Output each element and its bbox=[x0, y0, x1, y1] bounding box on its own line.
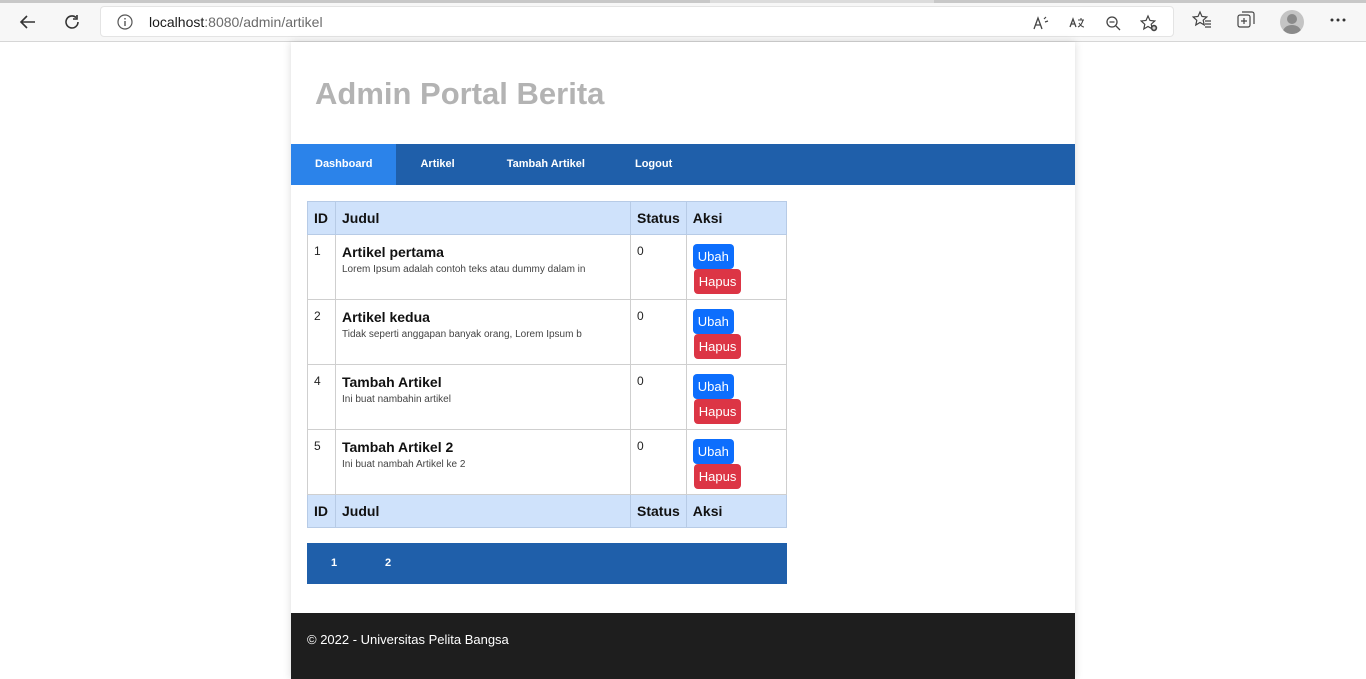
article-excerpt: Tidak seperti anggapan banyak orang, Lor… bbox=[342, 329, 582, 340]
edit-button[interactable]: Ubah bbox=[692, 309, 734, 334]
address-bar[interactable]: localhost:8080/admin/artikel bbox=[100, 6, 1174, 37]
delete-button[interactable]: Hapus bbox=[693, 399, 742, 424]
main-navbar: Dashboard Artikel Tambah Artikel Logout bbox=[291, 144, 1075, 185]
nav-item-tambah-artikel[interactable]: Tambah Artikel bbox=[479, 144, 611, 185]
delete-button[interactable]: Hapus bbox=[693, 464, 742, 489]
col-header-id: ID bbox=[307, 201, 336, 235]
row-status: 0 bbox=[630, 429, 687, 495]
article-title: Artikel pertama bbox=[342, 244, 444, 260]
read-aloud-icon[interactable] bbox=[1031, 13, 1051, 33]
page-link-1[interactable]: 1 bbox=[323, 543, 377, 584]
refresh-icon[interactable] bbox=[58, 8, 86, 36]
row-actions: UbahHapus bbox=[685, 364, 788, 430]
more-options-icon[interactable] bbox=[1328, 12, 1348, 28]
edit-button[interactable]: Ubah bbox=[692, 244, 734, 269]
browser-toolbar: localhost:8080/admin/artikel bbox=[0, 0, 1366, 42]
table-footer-row: ID Judul Status Aksi bbox=[307, 494, 788, 528]
add-favorite-icon[interactable] bbox=[1139, 13, 1159, 33]
url-path: :8080/admin/artikel bbox=[204, 14, 323, 30]
table-row: 5 Tambah Artikel 2 Ini buat nambah Artik… bbox=[307, 429, 788, 495]
table-row: 2 Artikel kedua Tidak seperti anggapan b… bbox=[307, 299, 788, 365]
row-judul: Artikel kedua Tidak seperti anggapan ban… bbox=[335, 299, 631, 365]
page-container: Admin Portal Berita Dashboard Artikel Ta… bbox=[291, 42, 1075, 679]
site-title: Admin Portal Berita bbox=[315, 76, 605, 111]
col-header-status: Status bbox=[630, 201, 687, 235]
row-id: 4 bbox=[307, 364, 336, 430]
row-id: 2 bbox=[307, 299, 336, 365]
col-footer-id: ID bbox=[307, 494, 336, 528]
table-row: 4 Tambah Artikel Ini buat nambahin artik… bbox=[307, 364, 788, 430]
col-footer-status: Status bbox=[630, 494, 687, 528]
articles-table: ID Judul Status Aksi 1 Artikel pertama L… bbox=[307, 201, 788, 528]
nav-item-logout[interactable]: Logout bbox=[611, 144, 696, 185]
row-status: 0 bbox=[630, 299, 687, 365]
row-actions: UbahHapus bbox=[685, 429, 788, 495]
row-actions: UbahHapus bbox=[685, 299, 788, 365]
col-footer-judul: Judul bbox=[335, 494, 631, 528]
row-status: 0 bbox=[630, 364, 687, 430]
col-header-judul: Judul bbox=[335, 201, 631, 235]
article-excerpt: Ini buat nambahin artikel bbox=[342, 394, 451, 405]
row-judul: Tambah Artikel Ini buat nambahin artikel bbox=[335, 364, 631, 430]
url-text: localhost:8080/admin/artikel bbox=[149, 14, 323, 30]
article-excerpt: Ini buat nambah Artikel ke 2 bbox=[342, 459, 466, 470]
info-icon[interactable] bbox=[117, 14, 133, 34]
nav-item-artikel[interactable]: Artikel bbox=[396, 144, 478, 185]
article-title: Artikel kedua bbox=[342, 309, 430, 325]
table-row: 1 Artikel pertama Lorem Ipsum adalah con… bbox=[307, 234, 788, 300]
tab-strip bbox=[0, 0, 1366, 3]
col-footer-aksi: Aksi bbox=[685, 494, 788, 528]
page-link-2[interactable]: 2 bbox=[377, 543, 431, 584]
delete-button[interactable]: Hapus bbox=[693, 334, 742, 359]
page-footer: © 2022 - Universitas Pelita Bangsa bbox=[291, 613, 1075, 679]
table-header-row: ID Judul Status Aksi bbox=[307, 201, 788, 235]
collections-icon[interactable] bbox=[1236, 10, 1256, 30]
favorites-icon[interactable] bbox=[1192, 10, 1212, 30]
row-id: 5 bbox=[307, 429, 336, 495]
edit-button[interactable]: Ubah bbox=[692, 374, 734, 399]
col-header-aksi: Aksi bbox=[685, 201, 788, 235]
row-judul: Artikel pertama Lorem Ipsum adalah conto… bbox=[335, 234, 631, 300]
edit-button[interactable]: Ubah bbox=[692, 439, 734, 464]
back-icon[interactable] bbox=[14, 8, 42, 36]
zoom-out-icon[interactable] bbox=[1103, 13, 1123, 33]
row-id: 1 bbox=[307, 234, 336, 300]
delete-button[interactable]: Hapus bbox=[693, 269, 742, 294]
row-actions: UbahHapus bbox=[685, 234, 788, 300]
row-status: 0 bbox=[630, 234, 687, 300]
nav-item-dashboard[interactable]: Dashboard bbox=[291, 144, 397, 185]
article-title: Tambah Artikel 2 bbox=[342, 439, 454, 455]
footer-copyright: © 2022 - Universitas Pelita Bangsa bbox=[307, 632, 509, 647]
pagination: 1 2 bbox=[307, 543, 787, 584]
row-judul: Tambah Artikel 2 Ini buat nambah Artikel… bbox=[335, 429, 631, 495]
article-excerpt: Lorem Ipsum adalah contoh teks atau dumm… bbox=[342, 264, 586, 275]
article-title: Tambah Artikel bbox=[342, 374, 442, 390]
profile-avatar[interactable] bbox=[1280, 10, 1304, 34]
translate-icon[interactable] bbox=[1067, 13, 1087, 33]
url-host: localhost bbox=[149, 14, 205, 30]
